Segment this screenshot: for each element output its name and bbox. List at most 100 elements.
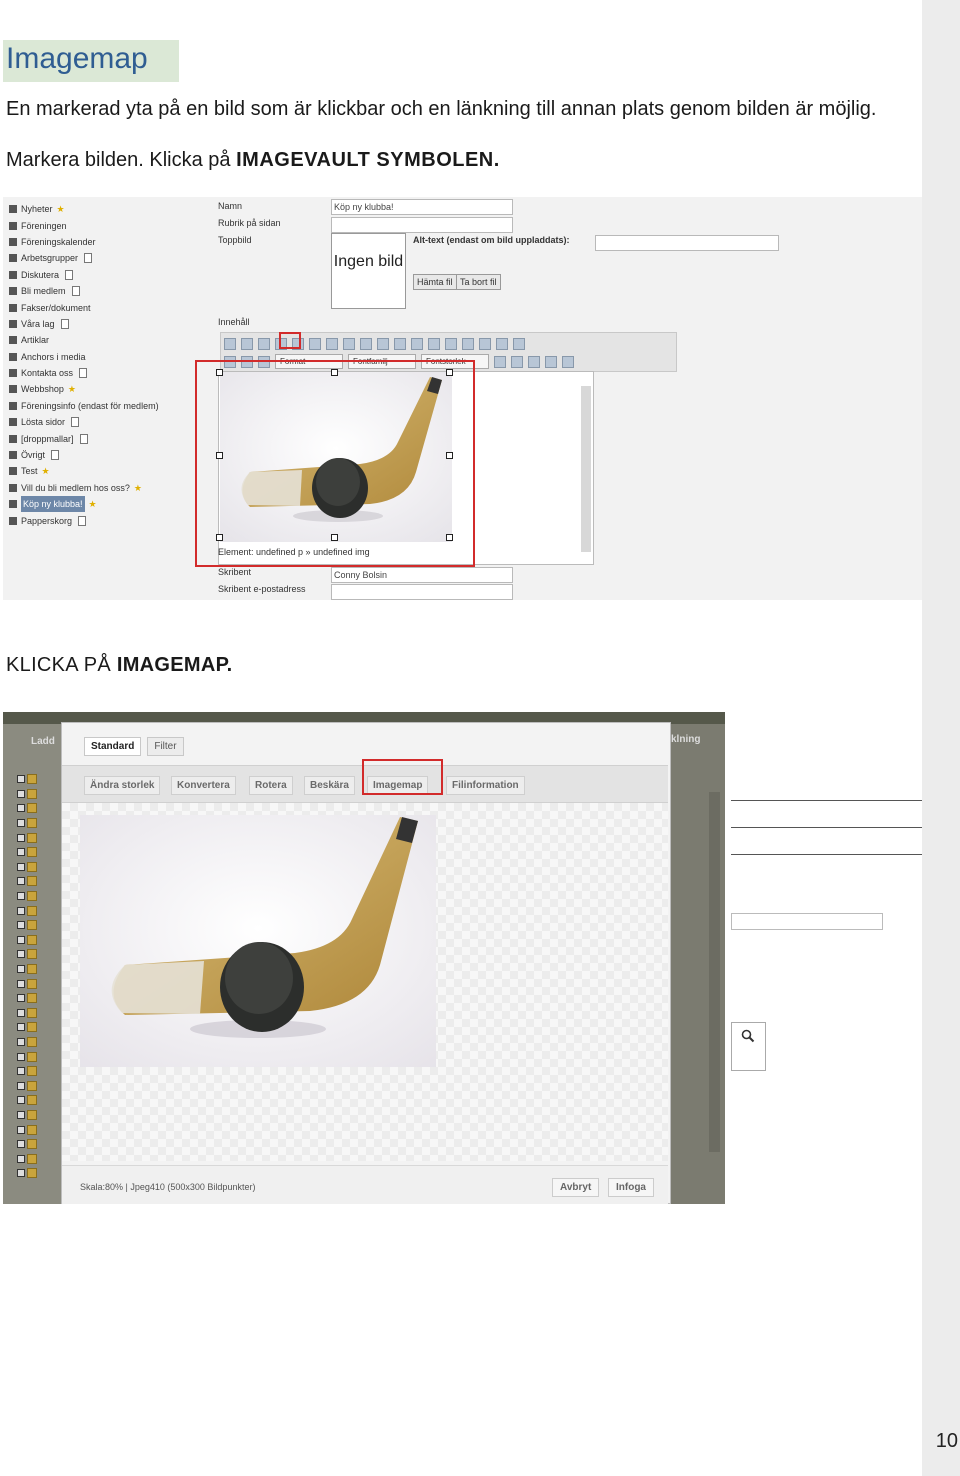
- folder-row[interactable]: [17, 1064, 61, 1079]
- folder-row[interactable]: [17, 830, 61, 845]
- expand-icon[interactable]: [9, 418, 17, 427]
- expand-icon[interactable]: [9, 205, 17, 214]
- redo-icon[interactable]: [411, 337, 423, 350]
- folder-row[interactable]: [17, 1049, 61, 1064]
- folder-row[interactable]: [17, 976, 61, 991]
- expand-icon[interactable]: [9, 401, 17, 410]
- folder-row[interactable]: [17, 1020, 61, 1035]
- tree-item[interactable]: Föreningen: [9, 217, 205, 233]
- table-icon[interactable]: [428, 337, 440, 350]
- tree-item[interactable]: Lösta sidor: [9, 414, 205, 430]
- tree-item[interactable]: Våra lag: [9, 316, 205, 332]
- expand-icon[interactable]: [9, 254, 17, 263]
- align-center-icon[interactable]: [545, 355, 557, 368]
- expand-icon[interactable]: [9, 287, 17, 296]
- expand-icon[interactable]: [9, 352, 17, 361]
- search-icon[interactable]: [741, 1029, 755, 1043]
- expand-icon[interactable]: [9, 303, 17, 312]
- source-icon[interactable]: [479, 337, 491, 350]
- expand-icon[interactable]: [17, 848, 25, 857]
- folder-row[interactable]: [17, 918, 61, 933]
- writer-field[interactable]: Conny Bolsin: [331, 567, 513, 583]
- right-panel-field[interactable]: [731, 913, 883, 930]
- folder-row[interactable]: [17, 962, 61, 977]
- hockey-stick-preview[interactable]: [80, 815, 436, 1067]
- file-info-button[interactable]: Filinformation: [446, 776, 525, 795]
- expand-icon[interactable]: [17, 965, 25, 974]
- expand-icon[interactable]: [9, 319, 17, 328]
- folder-row[interactable]: [17, 933, 61, 948]
- expand-icon[interactable]: [17, 906, 25, 915]
- right-panel-search-box[interactable]: [731, 1022, 766, 1071]
- html-icon[interactable]: [496, 337, 508, 350]
- folder-row[interactable]: [17, 1137, 61, 1152]
- expand-icon[interactable]: [17, 1125, 25, 1134]
- search-icon[interactable]: [513, 337, 525, 350]
- writer-email-field[interactable]: [331, 584, 513, 600]
- expand-icon[interactable]: [9, 385, 17, 394]
- folder-row[interactable]: [17, 1151, 61, 1166]
- folder-row[interactable]: [17, 772, 61, 787]
- tree-item[interactable]: Anchors i media: [9, 349, 205, 365]
- expand-icon[interactable]: [17, 892, 25, 901]
- anchor-icon[interactable]: [224, 337, 236, 350]
- expand-icon[interactable]: [9, 451, 17, 460]
- folder-row[interactable]: [17, 787, 61, 802]
- tree-item[interactable]: Vill du bli medlem hos oss? ★: [9, 480, 205, 496]
- tree-item[interactable]: Test ★: [9, 463, 205, 479]
- quote-icon[interactable]: [241, 337, 253, 350]
- paste-word-icon[interactable]: [377, 337, 389, 350]
- alt-text-field[interactable]: [595, 235, 779, 251]
- tree-item[interactable]: Fakser/dokument: [9, 299, 205, 315]
- folder-row[interactable]: [17, 1078, 61, 1093]
- table-col-icon[interactable]: [462, 337, 474, 350]
- expand-icon[interactable]: [17, 950, 25, 959]
- expand-icon[interactable]: [9, 270, 17, 279]
- expand-icon[interactable]: [17, 789, 25, 798]
- name-field[interactable]: Köp ny klubba!: [331, 199, 513, 215]
- tree-item[interactable]: Bli medlem: [9, 283, 205, 299]
- expand-icon[interactable]: [17, 804, 25, 813]
- expand-icon[interactable]: [9, 336, 17, 345]
- expand-icon[interactable]: [17, 1023, 25, 1032]
- folder-row[interactable]: [17, 801, 61, 816]
- resize-button[interactable]: Ändra storlek: [84, 776, 161, 795]
- folder-row[interactable]: [17, 1035, 61, 1050]
- expand-icon[interactable]: [17, 1110, 25, 1119]
- expand-icon[interactable]: [17, 1096, 25, 1105]
- editor-scrollbar[interactable]: [581, 386, 591, 552]
- text-color-icon[interactable]: [494, 355, 506, 368]
- tree-item[interactable]: Föreningsinfo (endast för medlem): [9, 398, 205, 414]
- insert-button[interactable]: Infoga: [608, 1178, 654, 1197]
- page-scrollbar[interactable]: [709, 792, 720, 1152]
- remove-file-button[interactable]: Ta bort fil: [456, 274, 501, 290]
- expand-icon[interactable]: [17, 935, 25, 944]
- expand-icon[interactable]: [17, 862, 25, 871]
- folder-row[interactable]: [17, 816, 61, 831]
- expand-icon[interactable]: [17, 1052, 25, 1061]
- expand-icon[interactable]: [17, 1037, 25, 1046]
- expand-icon[interactable]: [17, 1081, 25, 1090]
- tree-item[interactable]: Föreningskalender: [9, 234, 205, 250]
- expand-icon[interactable]: [9, 369, 17, 378]
- expand-icon[interactable]: [9, 483, 17, 492]
- folder-row[interactable]: [17, 1108, 61, 1123]
- folder-row[interactable]: [17, 991, 61, 1006]
- cut-icon[interactable]: [309, 337, 321, 350]
- expand-icon[interactable]: [9, 221, 17, 230]
- tab-standard[interactable]: Standard: [84, 737, 142, 756]
- cancel-button[interactable]: Avbryt: [552, 1178, 600, 1197]
- copy-icon[interactable]: [326, 337, 338, 350]
- expand-icon[interactable]: [9, 237, 17, 246]
- folder-row[interactable]: [17, 903, 61, 918]
- tree-item[interactable]: Artiklar: [9, 332, 205, 348]
- expand-icon[interactable]: [17, 877, 25, 886]
- folder-row[interactable]: [17, 874, 61, 889]
- paste-icon[interactable]: [343, 337, 355, 350]
- tree-item[interactable]: Webbshop ★: [9, 381, 205, 397]
- folder-row[interactable]: [17, 1006, 61, 1021]
- tree-item[interactable]: Övrigt: [9, 447, 205, 463]
- expand-icon[interactable]: [17, 775, 25, 784]
- expand-icon[interactable]: [9, 467, 17, 476]
- tree-item[interactable]: [droppmallar]: [9, 430, 205, 446]
